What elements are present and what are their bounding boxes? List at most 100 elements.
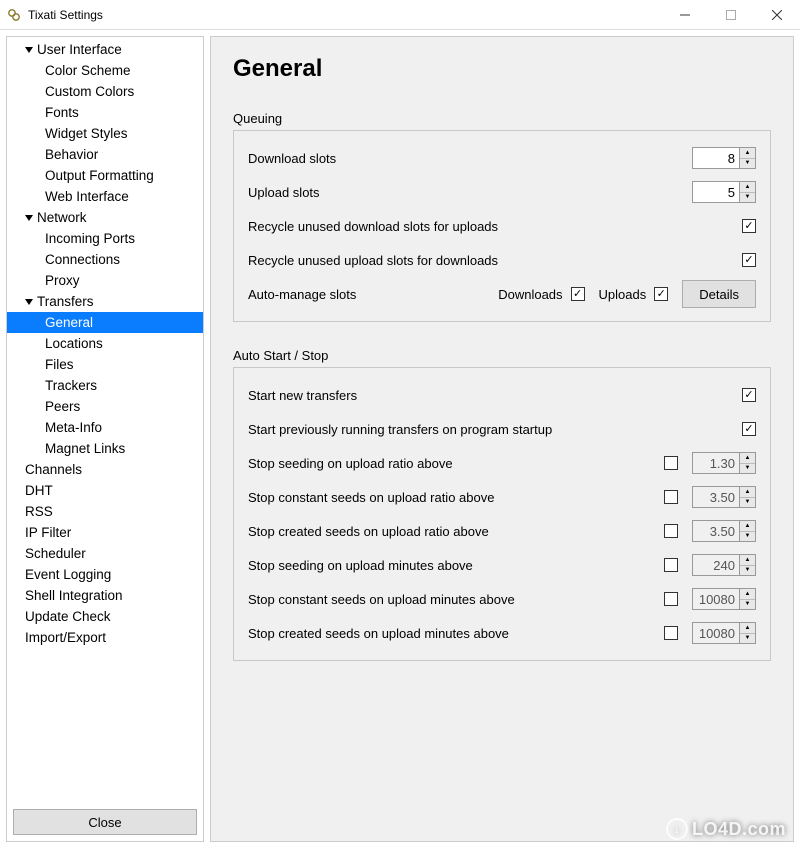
stop-row-label: Stop seeding on upload minutes above xyxy=(248,558,660,573)
downloads-label: Downloads xyxy=(498,287,562,302)
tree-item[interactable]: Event Logging xyxy=(7,564,203,585)
close-button[interactable]: Close xyxy=(13,809,197,835)
tree-item-label: Proxy xyxy=(45,273,80,288)
download-slots-input[interactable] xyxy=(692,147,740,169)
window-controls xyxy=(662,0,800,30)
settings-tree[interactable]: User Interface Color Scheme Custom Colors F… xyxy=(7,37,203,803)
tree-item-label: Import/Export xyxy=(25,630,106,645)
tree-item[interactable]: Widget Styles xyxy=(7,123,203,144)
stop-row-spinner[interactable]: ▲▼ xyxy=(692,622,756,644)
uploads-label: Uploads xyxy=(599,287,647,302)
upload-slots-spinner[interactable]: ▲▼ xyxy=(692,181,756,203)
stop-row-input[interactable] xyxy=(692,622,740,644)
stop-row-spinner[interactable]: ▲▼ xyxy=(692,452,756,474)
stop-row-label: Stop created seeds on upload minutes abo… xyxy=(248,626,660,641)
spinner-buttons[interactable]: ▲▼ xyxy=(740,147,756,169)
stop-row-input[interactable] xyxy=(692,520,740,542)
stop-row-spinner[interactable]: ▲▼ xyxy=(692,588,756,610)
tree-item[interactable]: Behavior xyxy=(7,144,203,165)
stop-row-input[interactable] xyxy=(692,452,740,474)
recycle-dl-checkbox[interactable] xyxy=(742,219,756,233)
stop-row: Stop seeding on upload ratio above ▲▼ xyxy=(248,446,756,480)
tree-item[interactable]: Meta-Info xyxy=(7,417,203,438)
stop-row-checkbox[interactable] xyxy=(664,456,678,470)
stop-row-label: Stop constant seeds on upload minutes ab… xyxy=(248,592,660,607)
stop-row-label: Stop created seeds on upload ratio above xyxy=(248,524,660,539)
start-prev-label: Start previously running transfers on pr… xyxy=(248,422,738,437)
tree-item[interactable]: Custom Colors xyxy=(7,81,203,102)
automanage-downloads-checkbox[interactable] xyxy=(571,287,585,301)
tree-item[interactable]: Fonts xyxy=(7,102,203,123)
spinner-buttons[interactable]: ▲▼ xyxy=(740,588,756,610)
stop-row-input[interactable] xyxy=(692,554,740,576)
tree-item[interactable]: Import/Export xyxy=(7,627,203,648)
queuing-group: Download slots ▲▼ Upload slots ▲▼ Recycl… xyxy=(233,130,771,322)
tree-item[interactable]: Files xyxy=(7,354,203,375)
stop-row-spinner[interactable]: ▲▼ xyxy=(692,486,756,508)
tree-item[interactable]: User Interface xyxy=(7,39,203,60)
tree-item[interactable]: Update Check xyxy=(7,606,203,627)
tree-item[interactable]: Shell Integration xyxy=(7,585,203,606)
stop-row-checkbox[interactable] xyxy=(664,490,678,504)
close-window-button[interactable] xyxy=(754,0,800,30)
tree-item[interactable]: Network xyxy=(7,207,203,228)
tree-item-label: Color Scheme xyxy=(45,63,131,78)
page-title: General xyxy=(233,55,771,83)
tree-item[interactable]: DHT xyxy=(7,480,203,501)
start-new-checkbox[interactable] xyxy=(742,388,756,402)
stop-row: Stop seeding on upload minutes above ▲▼ xyxy=(248,548,756,582)
stop-row-label: Stop seeding on upload ratio above xyxy=(248,456,660,471)
minimize-button[interactable] xyxy=(662,0,708,30)
app-icon xyxy=(6,7,22,23)
tree-item[interactable]: Transfers xyxy=(7,291,203,312)
details-button[interactable]: Details xyxy=(682,280,756,308)
tree-item[interactable]: Proxy xyxy=(7,270,203,291)
tree-item-label: Files xyxy=(45,357,74,372)
upload-slots-input[interactable] xyxy=(692,181,740,203)
spinner-buttons[interactable]: ▲▼ xyxy=(740,520,756,542)
tree-item[interactable]: RSS xyxy=(7,501,203,522)
maximize-button[interactable] xyxy=(708,0,754,30)
tree-item[interactable]: Incoming Ports xyxy=(7,228,203,249)
tree-item[interactable]: Trackers xyxy=(7,375,203,396)
stop-row-input[interactable] xyxy=(692,588,740,610)
stop-row-checkbox[interactable] xyxy=(664,592,678,606)
stop-row-spinner[interactable]: ▲▼ xyxy=(692,520,756,542)
tree-item-label: Meta-Info xyxy=(45,420,102,435)
upload-slots-label: Upload slots xyxy=(248,185,692,200)
spinner-buttons[interactable]: ▲▼ xyxy=(740,486,756,508)
tree-item[interactable]: Color Scheme xyxy=(7,60,203,81)
tree-item[interactable]: General xyxy=(7,312,203,333)
tree-item-label: Web Interface xyxy=(45,189,129,204)
tree-item[interactable]: Output Formatting xyxy=(7,165,203,186)
tree-item-label: Custom Colors xyxy=(45,84,134,99)
spinner-buttons[interactable]: ▲▼ xyxy=(740,622,756,644)
tree-item-label: Behavior xyxy=(45,147,98,162)
spinner-buttons[interactable]: ▲▼ xyxy=(740,554,756,576)
stop-row-input[interactable] xyxy=(692,486,740,508)
tree-item-label: User Interface xyxy=(37,42,122,57)
stop-row-checkbox[interactable] xyxy=(664,558,678,572)
tree-item[interactable]: Web Interface xyxy=(7,186,203,207)
start-prev-checkbox[interactable] xyxy=(742,422,756,436)
tree-item-label: Incoming Ports xyxy=(45,231,135,246)
tree-item[interactable]: Magnet Links xyxy=(7,438,203,459)
tree-item[interactable]: Channels xyxy=(7,459,203,480)
tree-item[interactable]: Peers xyxy=(7,396,203,417)
tree-item[interactable]: Scheduler xyxy=(7,543,203,564)
spinner-buttons[interactable]: ▲▼ xyxy=(740,452,756,474)
tree-item[interactable]: Locations xyxy=(7,333,203,354)
tree-item[interactable]: Connections xyxy=(7,249,203,270)
tree-item[interactable]: IP Filter xyxy=(7,522,203,543)
recycle-ul-label: Recycle unused upload slots for download… xyxy=(248,253,738,268)
recycle-ul-checkbox[interactable] xyxy=(742,253,756,267)
stop-row-checkbox[interactable] xyxy=(664,524,678,538)
stop-row-spinner[interactable]: ▲▼ xyxy=(692,554,756,576)
automanage-label: Auto-manage slots xyxy=(248,287,498,302)
download-slots-spinner[interactable]: ▲▼ xyxy=(692,147,756,169)
stop-row: Stop created seeds on upload ratio above… xyxy=(248,514,756,548)
automanage-uploads-checkbox[interactable] xyxy=(654,287,668,301)
stop-row-checkbox[interactable] xyxy=(664,626,678,640)
tree-item-label: Magnet Links xyxy=(45,441,125,456)
spinner-buttons[interactable]: ▲▼ xyxy=(740,181,756,203)
